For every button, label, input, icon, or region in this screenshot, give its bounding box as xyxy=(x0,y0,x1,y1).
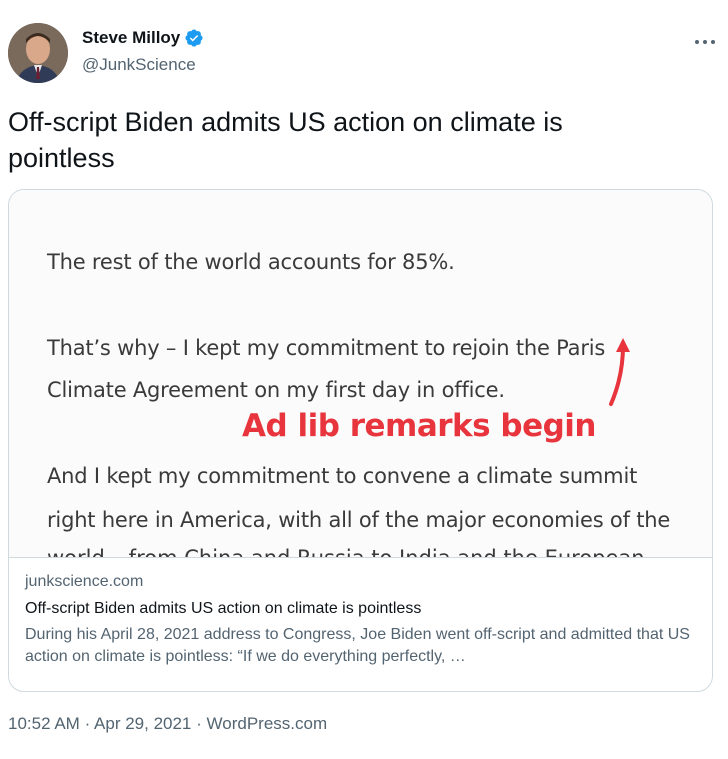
tweet-text: Off-script Biden admits US action on cli… xyxy=(8,107,563,173)
tweet-header: Steve Milloy @JunkScience xyxy=(8,16,720,86)
image-text-line: Climate Agreement on my first day in off… xyxy=(47,378,505,402)
annotation-label: Ad lib remarks begin xyxy=(242,408,597,444)
separator: · xyxy=(84,714,91,733)
dot xyxy=(695,40,699,44)
arrow-up-icon xyxy=(609,338,630,406)
time-link[interactable]: 10:52 AM xyxy=(8,714,80,733)
link-card[interactable]: The rest of the world accounts for 85%. … xyxy=(8,189,713,692)
avatar[interactable] xyxy=(8,23,68,83)
author-name[interactable]: Steve Milloy xyxy=(82,28,180,48)
separator: · xyxy=(196,714,202,733)
card-description: During his April 28, 2021 address to Con… xyxy=(25,626,690,665)
card-meta[interactable]: junkscience.com Off-script Biden admits … xyxy=(25,572,705,668)
date-link[interactable]: Apr 29, 2021 xyxy=(94,714,191,733)
tweet-timestamp: 10:52 AM · Apr 29, 2021 · WordPress.com xyxy=(8,714,327,734)
card-domain: junkscience.com xyxy=(25,573,144,590)
source-link[interactable]: WordPress.com xyxy=(207,714,328,733)
image-text-line: world – from China and Russia to India a… xyxy=(47,546,645,558)
verified-badge-icon xyxy=(185,29,203,47)
card-image[interactable]: The rest of the world accounts for 85%. … xyxy=(9,190,712,558)
dot xyxy=(711,40,715,44)
image-text-line: And I kept my commitment to convene a cl… xyxy=(47,464,638,488)
author-name-row[interactable]: Steve Milloy xyxy=(82,28,204,48)
avatar-photo-icon xyxy=(8,23,68,83)
more-options-icon[interactable] xyxy=(690,30,720,54)
image-text-line: That’s why – I kept my commitment to rej… xyxy=(47,336,606,360)
card-title: Off-script Biden admits US action on cli… xyxy=(25,600,422,617)
image-text-line: right here in America, with all of the m… xyxy=(47,508,671,532)
image-text-line: The rest of the world accounts for 85%. xyxy=(47,250,455,274)
dot xyxy=(703,40,707,44)
author-handle[interactable]: @JunkScience xyxy=(82,55,196,75)
